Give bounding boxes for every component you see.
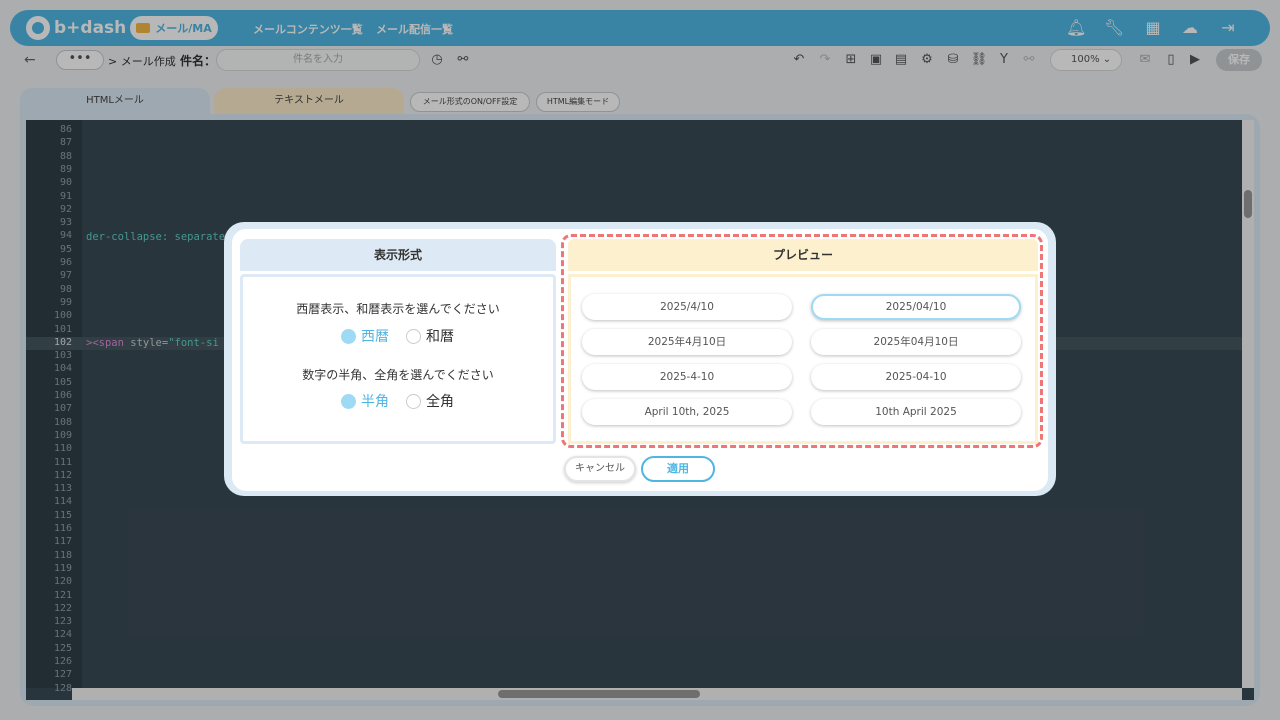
radio-japanese-era[interactable]: 和暦: [406, 326, 454, 346]
radio-label: 和暦: [426, 329, 454, 345]
width-question: 数字の半角、全角を選んでください: [302, 368, 494, 382]
radio-full-width[interactable]: 全角: [406, 391, 454, 411]
apply-button[interactable]: 適用: [641, 456, 715, 482]
display-format-heading: 表示形式: [240, 239, 556, 271]
radio-label: 西暦: [361, 329, 389, 345]
radio-dot-icon: [406, 328, 421, 344]
radio-dot-icon: [406, 393, 421, 409]
radio-western-era[interactable]: 西暦: [341, 326, 389, 346]
preview-highlight-frame: [561, 234, 1043, 448]
radio-label: 全角: [426, 394, 454, 410]
radio-label: 半角: [361, 394, 389, 410]
cancel-button[interactable]: キャンセル: [564, 456, 636, 482]
radio-dot-icon: [341, 393, 356, 409]
era-question: 西暦表示、和暦表示を選んでください: [296, 302, 500, 316]
radio-half-width[interactable]: 半角: [341, 391, 389, 411]
radio-dot-icon: [341, 328, 356, 344]
